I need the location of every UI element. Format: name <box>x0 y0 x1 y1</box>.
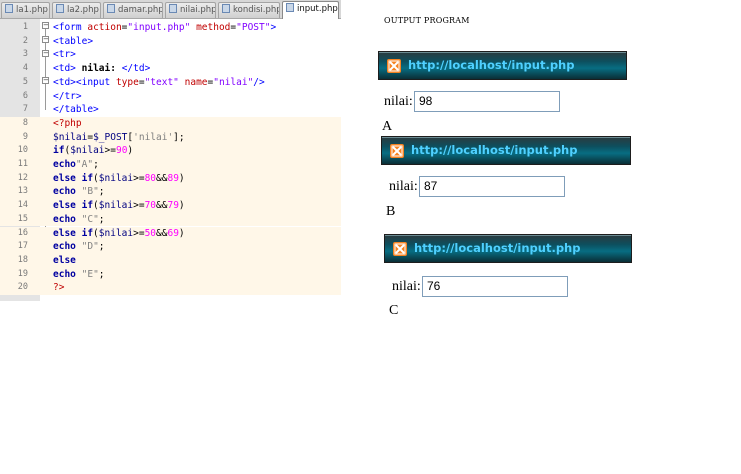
code-line-11: 11 echo"A"; <box>0 158 341 172</box>
url-text: http://localhost/input.php <box>414 241 581 255</box>
code-line-18: 18 else <box>0 253 341 268</box>
result-letter: A <box>382 119 393 134</box>
code-line-19: 19 echo "E"; <box>0 267 341 282</box>
code-line-10: 10 if($nilai>=90) <box>0 144 341 158</box>
code-line-14: 14 else if($nilai>=70&&79) <box>0 199 341 213</box>
php-file-icon <box>5 4 13 13</box>
url-text: http://localhost/input.php <box>408 58 575 72</box>
browser-address-bar[interactable]: http://localhost/input.php <box>378 51 627 80</box>
code-line-12: 12 else if($nilai>=80&&89) <box>0 171 341 186</box>
xampp-logo-icon <box>390 144 404 158</box>
output-title: OUTPUT PROGRAM <box>384 16 470 25</box>
url-text: http://localhost/input.php <box>411 143 578 157</box>
code-line-6: 6 </tr> <box>22 90 82 102</box>
code-editor: la1.php la2.php damar.php nilai.php kond… <box>0 0 341 301</box>
xampp-logo-icon <box>387 59 401 73</box>
code-line-13: 13 echo "B"; <box>0 185 341 200</box>
tab-nilai[interactable]: nilai.php <box>165 2 216 18</box>
nilai-label: nilai: <box>384 94 413 109</box>
code-line-20: 20 ?> <box>0 281 341 295</box>
code-line-16: 16 else if($nilai>=50&&69) <box>0 226 341 241</box>
nilai-input[interactable]: 76 <box>422 276 568 297</box>
code-line-7: 7 </table> <box>22 104 99 116</box>
code-line-4: 4 <td> nilai: </td> <box>22 63 151 75</box>
code-line-3: 3 <tr> <box>22 49 76 61</box>
tab-input[interactable]: input.php <box>282 1 339 19</box>
code-line-8: 8 <?php <box>0 116 341 131</box>
tab-la2[interactable]: la2.php <box>52 2 101 18</box>
editor-tab-bar: la1.php la2.php damar.php nilai.php kond… <box>0 0 341 19</box>
tab-kondisi[interactable]: kondisi.php <box>218 2 280 18</box>
nilai-input[interactable]: 87 <box>419 176 565 197</box>
php-file-icon <box>169 4 177 13</box>
code-area[interactable]: − − − − − 1<form action="input.php" meth… <box>0 19 341 301</box>
code-line-5: 5 <td><input type="text" name="nilai"/> <box>22 76 265 88</box>
nilai-input[interactable]: 98 <box>414 91 560 112</box>
nilai-label: nilai: <box>389 179 418 194</box>
php-file-icon <box>107 4 115 13</box>
php-file-icon <box>222 4 230 13</box>
browser-address-bar[interactable]: http://localhost/input.php <box>381 136 631 165</box>
php-file-icon <box>286 3 294 12</box>
result-letter: B <box>386 204 396 219</box>
tab-damar[interactable]: damar.php <box>103 2 163 18</box>
nilai-label: nilai: <box>392 279 421 294</box>
tab-la1[interactable]: la1.php <box>1 2 50 18</box>
code-line-1: 1 <form action="input.php" method="POST"> <box>22 22 277 33</box>
php-file-icon <box>56 4 64 13</box>
browser-address-bar[interactable]: http://localhost/input.php <box>384 234 632 263</box>
xampp-logo-icon <box>393 242 407 256</box>
code-line-15: 15 echo "C"; <box>0 212 341 227</box>
code-line-9: 9 $nilai=$_POST['nilai']; <box>0 130 341 145</box>
result-letter: C <box>389 303 399 318</box>
code-line-17: 17 echo "D"; <box>0 240 341 254</box>
code-line-2: 2 <table> <box>22 35 94 47</box>
